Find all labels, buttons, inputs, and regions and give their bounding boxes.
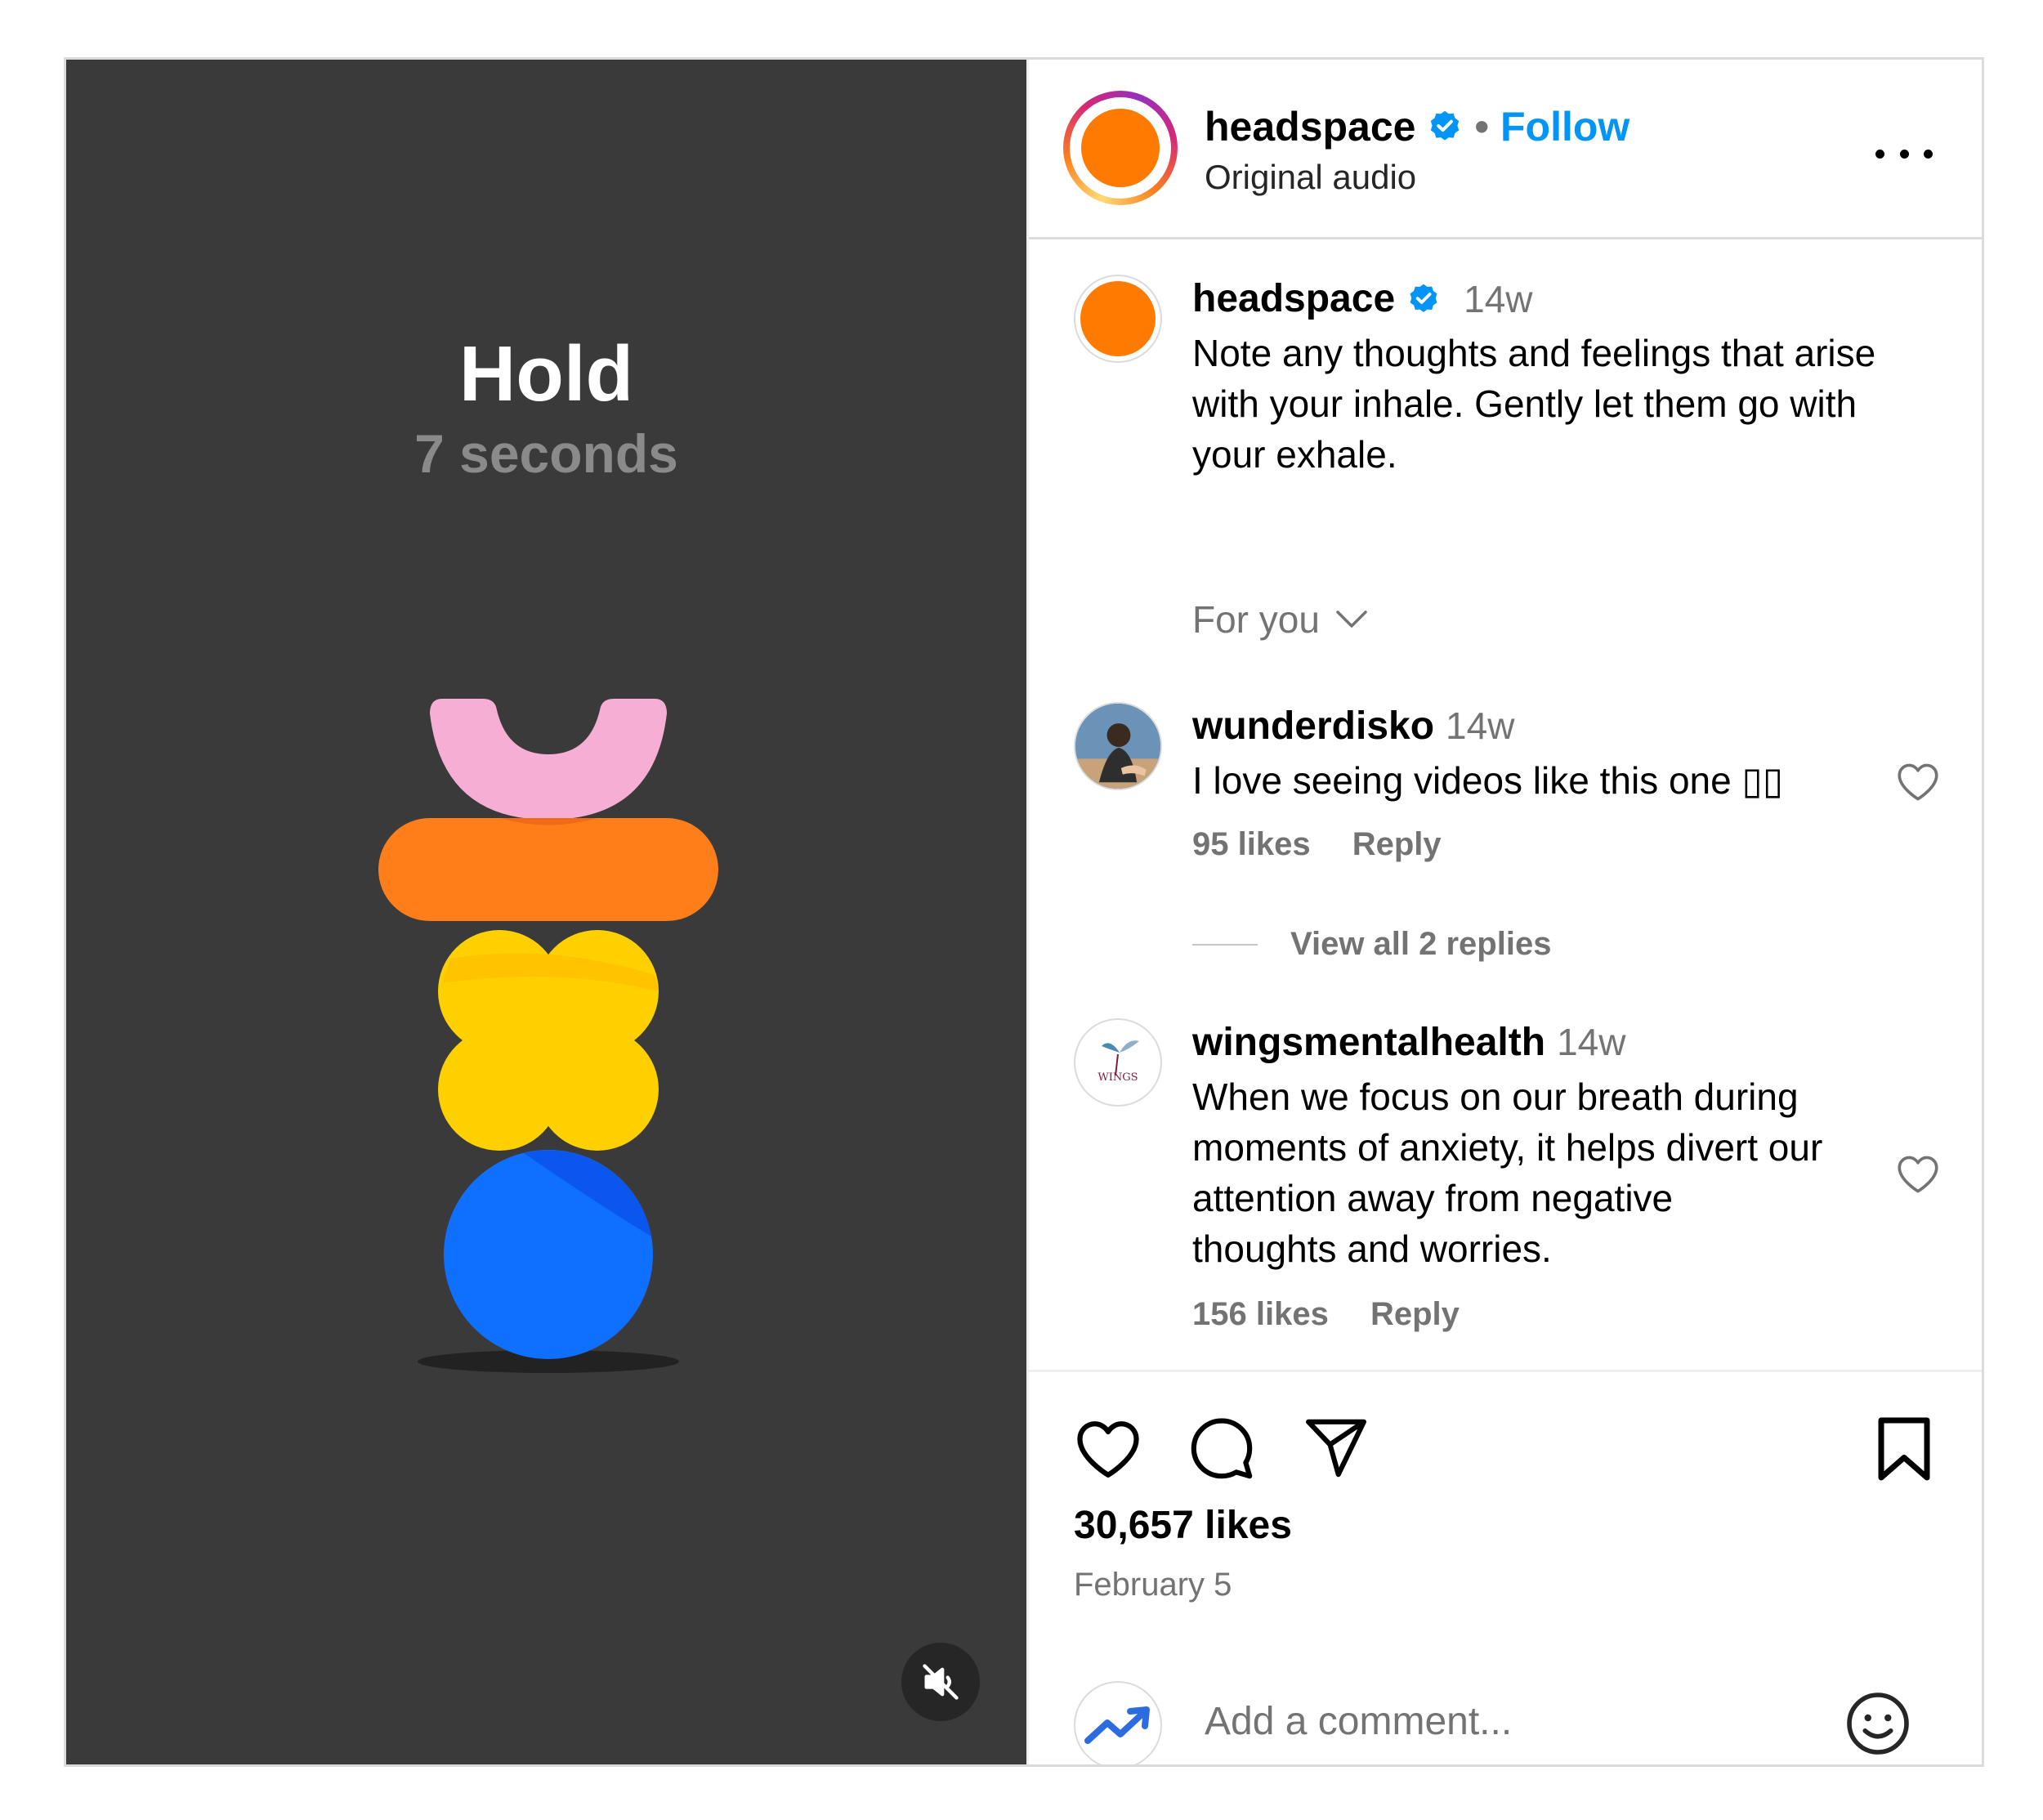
comment-user-row: wunderdisko 14w [1192, 704, 1514, 749]
add-comment-bar [1029, 1681, 1982, 1764]
author-avatar-story-ring[interactable] [1063, 91, 1178, 205]
comment-time: 14w [1557, 1021, 1626, 1063]
comment-line: moments of anxiety, it helps divert our [1192, 1126, 1823, 1169]
orange-pill-shape [378, 818, 718, 921]
more-options-icon[interactable] [1875, 141, 1933, 166]
like-heart-icon[interactable] [1074, 1417, 1142, 1479]
author-avatar [1081, 109, 1160, 187]
caption-text: Note any thoughts and feelings that aris… [1192, 328, 1875, 480]
mute-button[interactable] [901, 1643, 980, 1721]
header-user-row: headspace • Follow [1205, 102, 1629, 151]
comment-likes[interactable]: 95 likes [1192, 826, 1311, 862]
audio-link[interactable]: Original audio [1205, 156, 1416, 199]
comment-username[interactable]: wingsmentalhealth [1192, 1020, 1545, 1065]
caption-username[interactable]: headspace [1192, 276, 1395, 321]
comment-bubble-icon[interactable] [1188, 1415, 1255, 1482]
video-subtitle: 7 seconds [414, 423, 678, 484]
commenter-avatar[interactable]: WINGS [1074, 1018, 1162, 1107]
comment-likes[interactable]: 156 likes [1192, 1296, 1329, 1332]
comment-meta: 156 likes Reply [1192, 1296, 1492, 1333]
replies-divider [1192, 943, 1258, 946]
separator-dot: • [1474, 104, 1489, 150]
trending-arrow-icon [1084, 1706, 1150, 1744]
comment-text: When we focus on our breath during momen… [1192, 1071, 1822, 1274]
caption-line: Note any thoughts and feelings that aris… [1192, 332, 1876, 374]
view-replies-label: View all 2 replies [1290, 926, 1552, 962]
comment-text: I love seeing videos like this one ▯▯ [1192, 759, 1784, 802]
comment-filter-label: For you [1192, 598, 1320, 641]
comment-like-heart-icon[interactable] [1895, 761, 1941, 802]
current-user-avatar [1074, 1681, 1162, 1764]
comment-input[interactable] [1205, 1699, 1777, 1744]
comment-line: thoughts and worries. [1192, 1227, 1552, 1270]
speaker-muted-icon [923, 1664, 959, 1700]
commenter-avatar[interactable] [1074, 702, 1162, 790]
follow-button[interactable]: Follow [1500, 102, 1629, 151]
video-title: Hold [458, 330, 634, 418]
emoji-smiley-icon[interactable] [1844, 1689, 1912, 1758]
reply-button[interactable]: Reply [1352, 826, 1442, 862]
pink-bowl-shape [430, 699, 667, 820]
caption-user-row: headspace 14w [1192, 276, 1533, 321]
wings-logo-icon: WINGS [1097, 1040, 1139, 1084]
caption-avatar[interactable] [1074, 275, 1162, 363]
post-date: February 5 [1074, 1567, 1232, 1603]
comment-username[interactable]: wunderdisko [1192, 704, 1434, 749]
author-username[interactable]: headspace [1205, 102, 1415, 151]
wings-logo-text: WINGS [1097, 1071, 1138, 1084]
video-player[interactable]: Hold 7 seconds [66, 60, 1026, 1764]
post-header: headspace • Follow Original audio [1029, 60, 1982, 239]
verified-badge-icon [1410, 284, 1437, 312]
person-photo-icon [1075, 704, 1160, 789]
reply-button[interactable]: Reply [1370, 1296, 1460, 1332]
post-details-panel: headspace • Follow Original audio headsp… [1026, 60, 1982, 1764]
view-replies-button[interactable]: View all 2 replies [1192, 926, 1551, 963]
share-paper-plane-icon[interactable] [1303, 1416, 1370, 1480]
chevron-down-icon [1336, 610, 1367, 628]
caption-line: your exhale. [1192, 433, 1397, 476]
post-card: Hold 7 seconds headspace • Follow Origin… [64, 57, 1984, 1767]
comment-line: attention away from negative [1192, 1177, 1674, 1219]
comment-time: 14w [1446, 704, 1515, 747]
comment-like-heart-icon[interactable] [1895, 1153, 1941, 1194]
save-bookmark-icon[interactable] [1875, 1415, 1933, 1483]
comment-filter-dropdown[interactable]: For you [1192, 597, 1370, 642]
caption-line: with your inhale. Gently let them go wit… [1192, 382, 1857, 425]
comment-user-row: wingsmentalhealth 14w [1192, 1020, 1625, 1065]
stacked-shapes-illustration [378, 699, 718, 1373]
likes-count[interactable]: 30,657 likes [1074, 1503, 1292, 1548]
verified-badge-icon [1431, 110, 1460, 141]
comments-list: headspace 14w Note any thoughts and feel… [1029, 242, 1982, 1370]
comment-meta: 95 likes Reply [1192, 826, 1474, 863]
comment-line: When we focus on our breath during [1192, 1075, 1799, 1118]
caption-time: 14w [1464, 277, 1533, 320]
post-actions: 30,657 likes February 5 [1029, 1370, 1982, 1764]
